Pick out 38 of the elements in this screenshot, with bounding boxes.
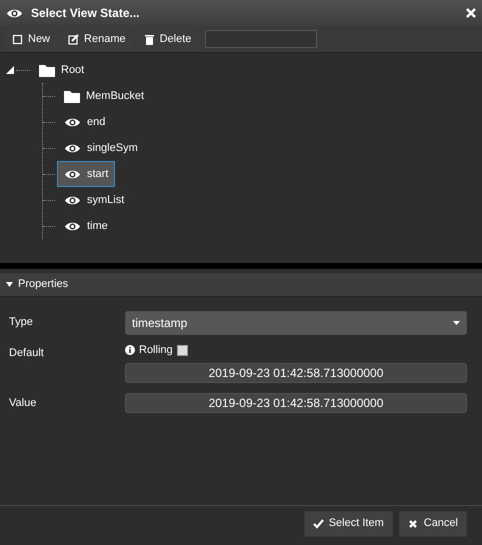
close-icon (408, 518, 419, 528)
section-header[interactable]: Properties (0, 273, 482, 297)
folder-icon (39, 64, 55, 76)
default-field[interactable]: 2019-09-23 01:42:58.713000000 (125, 362, 467, 382)
select-button[interactable]: Select Item (304, 510, 393, 536)
value-field[interactable]: 2019-09-23 01:42:58.713000000 (125, 392, 467, 412)
cancel-button[interactable]: Cancel (398, 510, 467, 536)
tree-item[interactable]: MemBucket (57, 83, 152, 109)
tree-item[interactable]: time (57, 213, 115, 239)
search-field[interactable] (205, 30, 318, 48)
tree-item[interactable]: start (57, 161, 116, 187)
caret-down-icon (6, 282, 13, 287)
type-dropdown[interactable]: timestamp (125, 311, 467, 335)
info-icon (125, 345, 135, 356)
eye-icon (64, 116, 81, 128)
eye-icon (64, 142, 81, 154)
tree-item[interactable]: end (57, 109, 112, 135)
window-title: Select View State... (31, 5, 140, 22)
field-label: Default (9, 346, 45, 361)
tree-item[interactable]: symList (57, 187, 132, 213)
tree-item[interactable]: Root (32, 57, 92, 83)
expanded-icon[interactable] (6, 66, 14, 74)
square-icon (12, 34, 23, 44)
eye-icon (6, 8, 23, 18)
checkbox[interactable] (176, 344, 188, 356)
eye-icon (64, 220, 81, 232)
check-icon (312, 518, 324, 528)
close-icon (466, 8, 476, 18)
edit-icon (68, 34, 80, 44)
caret-down-icon (453, 321, 460, 325)
field-label: Type (9, 314, 34, 330)
eye-icon (64, 168, 81, 180)
folder-icon (64, 90, 80, 102)
tree-item[interactable]: singleSym (57, 135, 145, 161)
eye-icon (64, 194, 81, 206)
field-label: Value (9, 396, 38, 412)
trash-icon (144, 34, 155, 44)
checkbox-label: Rolling (139, 343, 173, 358)
